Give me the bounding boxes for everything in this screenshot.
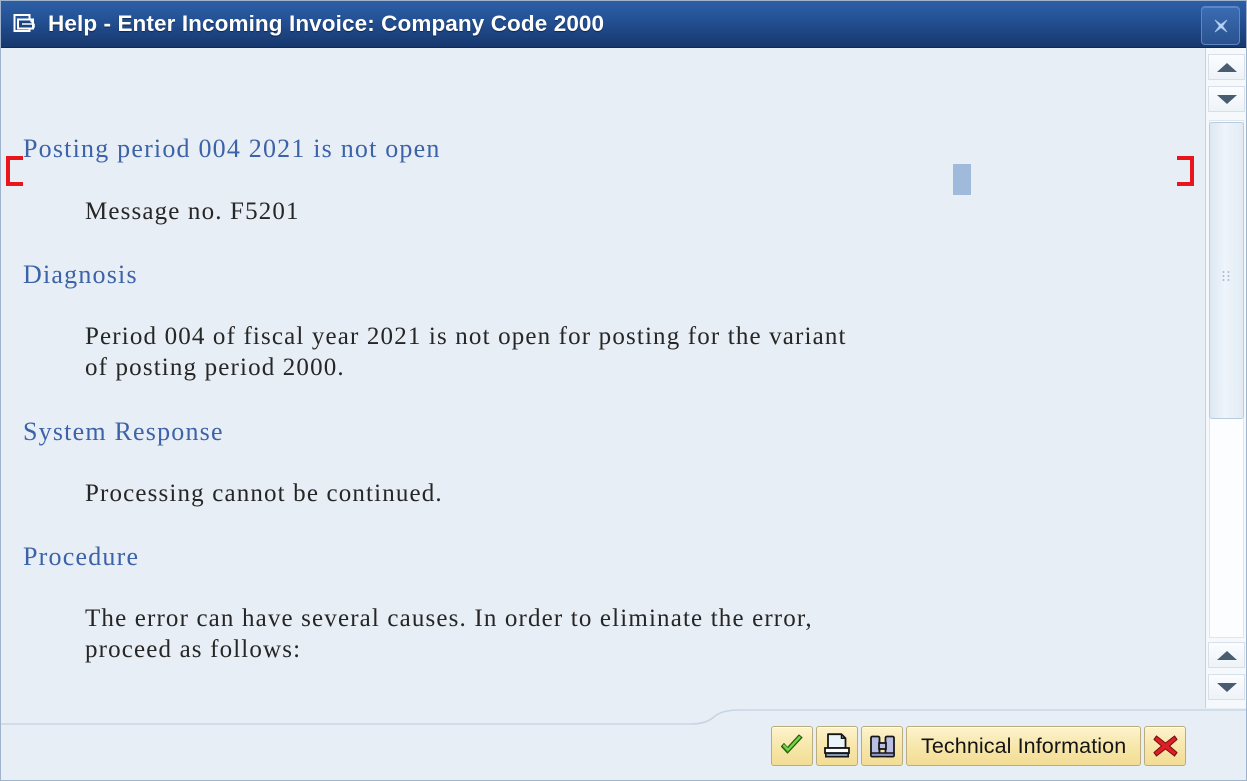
scroll-up-arrow-icon	[1216, 650, 1237, 660]
printer-icon	[824, 733, 850, 758]
red-x-icon	[1153, 735, 1178, 757]
continue-button[interactable]	[771, 726, 813, 766]
diagnosis-line-1: Period 004 of fiscal year 2021 is not op…	[85, 323, 847, 350]
title-bar-close-button[interactable]	[1201, 6, 1240, 45]
scroll-down-button-top[interactable]	[1208, 86, 1245, 112]
binoculars-icon	[869, 735, 895, 757]
help-dialog-window: Help - Enter Incoming Invoice: Company C…	[0, 0, 1247, 781]
scroll-up-arrow-icon	[1216, 62, 1237, 72]
message-heading: Posting period 004 2021 is not open	[23, 134, 441, 163]
selection-marker-bottom-left	[6, 169, 23, 186]
message-number: Message no. F5201	[85, 198, 300, 225]
window-title: Help - Enter Incoming Invoice: Company C…	[48, 11, 605, 36]
cancel-button[interactable]	[1144, 726, 1187, 766]
print-button[interactable]	[816, 726, 858, 766]
technical-information-label: Technical Information	[921, 733, 1127, 758]
scroll-up-button-top[interactable]	[1208, 54, 1245, 80]
section-heading-diagnosis: Diagnosis	[23, 260, 138, 289]
find-button[interactable]	[861, 726, 903, 766]
green-check-icon	[780, 734, 803, 754]
section-heading-system-response: System Response	[23, 417, 224, 446]
system-response-line-1: Processing cannot be continued.	[85, 480, 443, 507]
dialog-footer: Technical Information	[1, 708, 1246, 780]
footer-button-bar: Technical Information	[771, 726, 1187, 766]
technical-information-button[interactable]: Technical Information	[906, 726, 1142, 766]
close-x-icon	[1214, 19, 1227, 32]
procedure-line-1: The error can have several causes. In or…	[85, 605, 813, 632]
section-heading-procedure: Procedure	[23, 542, 140, 571]
help-document-icon	[13, 14, 35, 32]
help-content-area[interactable]: Posting period 004 2021 is not open Mess…	[1, 48, 1207, 708]
title-bar[interactable]: Help - Enter Incoming Invoice: Company C…	[1, 1, 1246, 48]
scroll-down-arrow-icon	[1216, 94, 1237, 104]
procedure-line-2: proceed as follows:	[85, 636, 302, 663]
vertical-scrollbar[interactable]	[1205, 48, 1246, 708]
scroll-down-arrow-icon	[1216, 682, 1237, 692]
scroll-down-button-bottom[interactable]	[1208, 674, 1245, 700]
diagnosis-line-2: of posting period 2000.	[85, 354, 345, 381]
scroll-up-button-bottom[interactable]	[1208, 642, 1245, 668]
text-cursor-block	[953, 164, 971, 195]
selection-marker-bottom-right	[1177, 169, 1194, 186]
scrollbar-grip-icon	[1222, 271, 1231, 282]
scrollbar-thumb[interactable]	[1209, 122, 1244, 419]
